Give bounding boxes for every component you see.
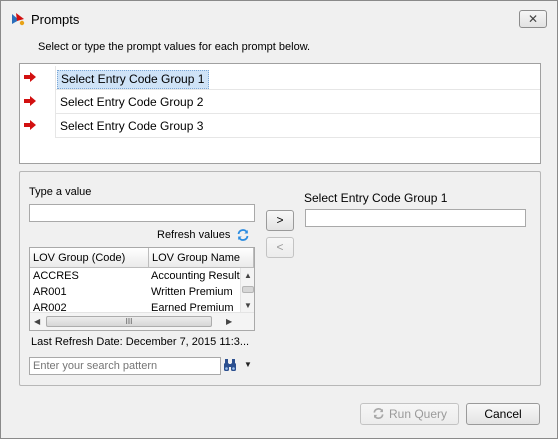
- prompt-label: Select Entry Code Group 2: [60, 95, 204, 109]
- chevron-right-icon: >: [276, 213, 284, 227]
- column-header-code[interactable]: LOV Group (Code): [30, 248, 149, 268]
- refresh-query-icon: [373, 408, 384, 419]
- search-input[interactable]: [29, 357, 221, 375]
- close-button[interactable]: ✕: [519, 10, 547, 28]
- cell-code: ACCRES: [33, 270, 79, 282]
- title-bar: Prompts ✕: [1, 1, 557, 37]
- required-arrow-icon: [24, 96, 36, 106]
- cell-code: AR001: [33, 286, 67, 298]
- scroll-left-icon[interactable]: ◀: [34, 317, 40, 326]
- table-row[interactable]: AR001 Written Premium: [30, 285, 240, 301]
- scroll-thumb[interactable]: [242, 286, 254, 293]
- prompt-list: Select Entry Code Group 1 Select Entry C…: [19, 63, 541, 164]
- run-query-label: Run Query: [388, 407, 448, 421]
- prompt-item-3[interactable]: Select Entry Code Group 3: [20, 114, 540, 138]
- horizontal-scrollbar[interactable]: ◀ III ▶: [30, 312, 254, 330]
- vertical-scrollbar[interactable]: ▲ ▼: [240, 268, 254, 312]
- type-value-label: Type a value: [29, 186, 92, 198]
- close-icon: ✕: [527, 12, 539, 26]
- scroll-right-icon[interactable]: ▶: [226, 317, 232, 326]
- prompt-label: Select Entry Code Group 3: [60, 119, 204, 133]
- instruction-text: Select or type the prompt values for eac…: [38, 41, 311, 53]
- cell-name: Accounting Result: [151, 270, 240, 282]
- lov-table: LOV Group (Code) LOV Group Name ACCRES A…: [29, 247, 255, 331]
- refresh-icon[interactable]: [236, 228, 250, 242]
- scroll-up-icon[interactable]: ▲: [244, 271, 252, 280]
- required-arrow-icon: [24, 120, 36, 130]
- prompts-dialog: Prompts ✕ Select or type the prompt valu…: [0, 0, 558, 439]
- type-value-input[interactable]: [29, 204, 255, 222]
- prompt-item-2[interactable]: Select Entry Code Group 2: [20, 90, 540, 114]
- cell-name: Written Premium: [151, 286, 233, 298]
- last-refresh-date: Last Refresh Date: December 7, 2015 11:3…: [31, 336, 250, 348]
- required-arrow-icon: [24, 72, 36, 82]
- run-query-button[interactable]: Run Query: [360, 403, 459, 425]
- column-header-name[interactable]: LOV Group Name: [149, 248, 254, 268]
- prompt-item-1[interactable]: Select Entry Code Group 1: [20, 66, 540, 90]
- window-title: Prompts: [31, 12, 80, 27]
- scroll-thumb[interactable]: III: [46, 316, 212, 327]
- cancel-label: Cancel: [484, 407, 522, 421]
- selected-prompt-label: Select Entry Code Group 1: [304, 191, 448, 205]
- table-row[interactable]: ACCRES Accounting Result: [30, 269, 240, 285]
- selected-values-field[interactable]: [305, 209, 526, 227]
- lov-table-header: LOV Group (Code) LOV Group Name: [30, 248, 254, 268]
- remove-value-button[interactable]: <: [266, 237, 294, 258]
- chevron-left-icon: <: [276, 240, 284, 254]
- scroll-down-icon[interactable]: ▼: [244, 301, 252, 310]
- search-options-chevron-icon[interactable]: ▼: [244, 360, 252, 369]
- prompt-label: Select Entry Code Group 1: [57, 70, 210, 89]
- app-logo-icon: [12, 13, 25, 26]
- refresh-values-link[interactable]: Refresh values: [157, 229, 230, 241]
- cancel-button[interactable]: Cancel: [466, 403, 540, 425]
- binoculars-icon[interactable]: [223, 358, 237, 372]
- add-value-button[interactable]: >: [266, 210, 294, 231]
